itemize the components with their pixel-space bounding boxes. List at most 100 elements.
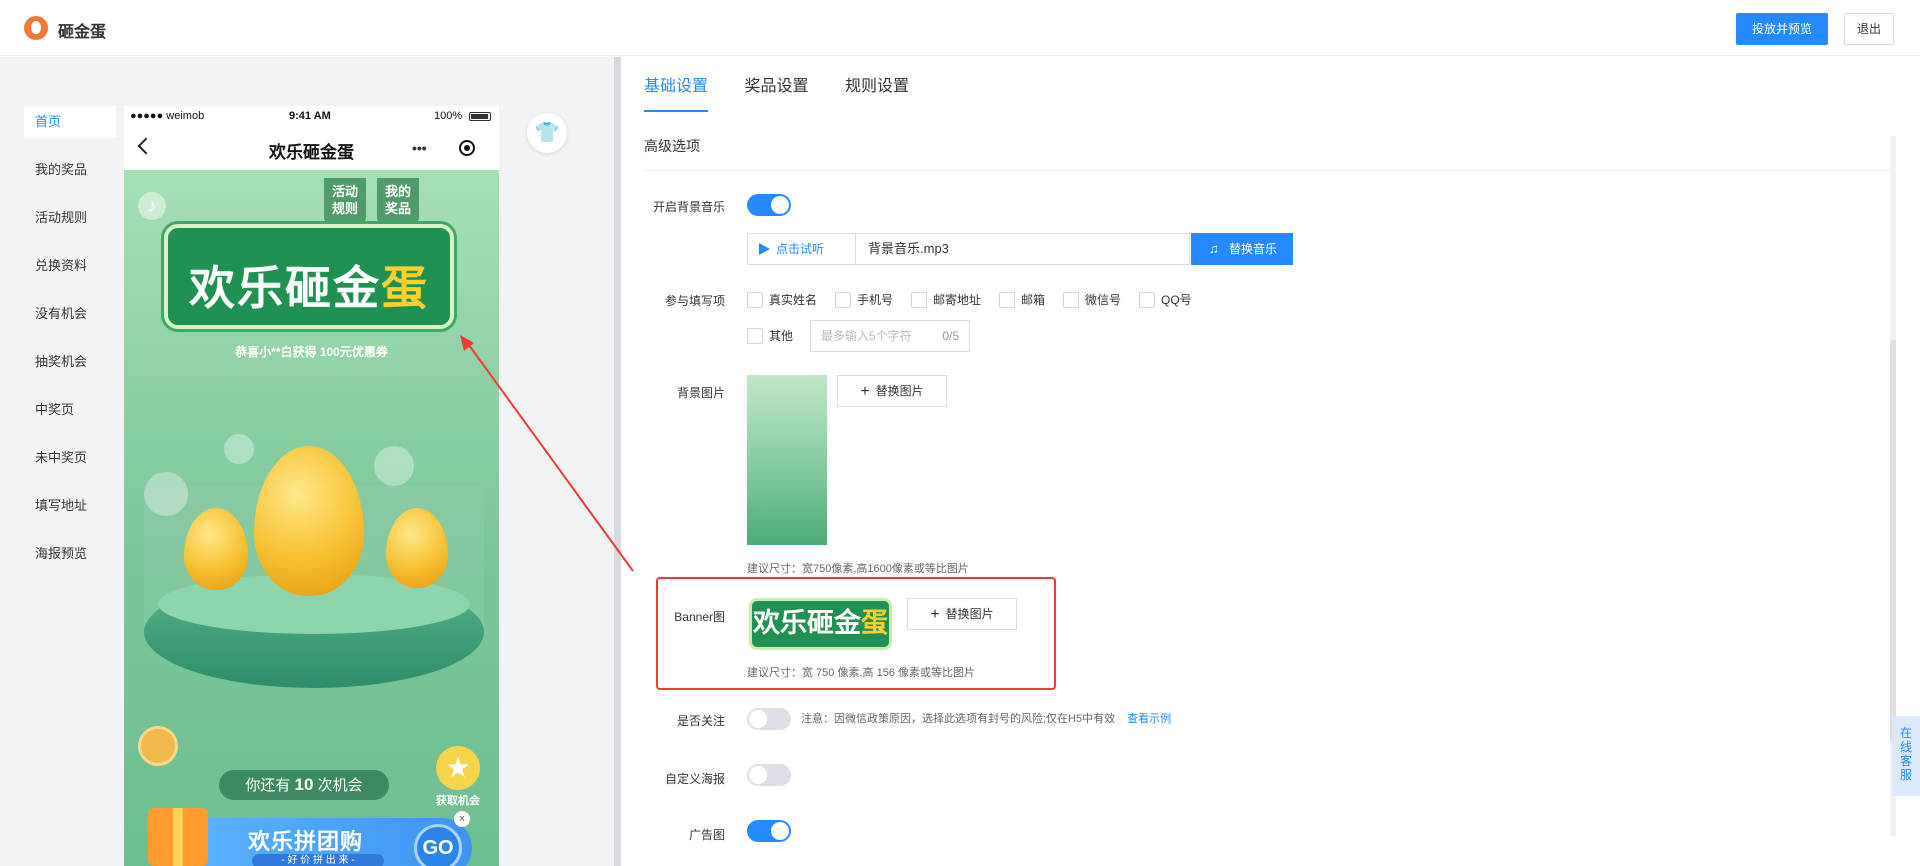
section-divider bbox=[644, 170, 1890, 171]
star-icon: ★ bbox=[436, 746, 480, 790]
checkbox-mail-address[interactable]: 邮寄地址 bbox=[911, 292, 981, 308]
other-field-input[interactable]: 最多输入5个字符 0/5 bbox=[810, 320, 970, 352]
app-title: 砸金蛋 bbox=[58, 24, 107, 41]
ticket-bubble bbox=[374, 446, 414, 486]
menu-item-home[interactable]: 首页 bbox=[24, 106, 116, 138]
go-button[interactable]: GO bbox=[414, 824, 462, 866]
banner-image-label: Banner图 bbox=[674, 610, 725, 624]
view-example-link[interactable]: 查看示例 bbox=[1127, 713, 1171, 725]
replace-banner-image-button[interactable]: + 替换图片 bbox=[907, 598, 1017, 630]
tab-rule-settings[interactable]: 规则设置 bbox=[845, 74, 909, 112]
menu-item-lose-page[interactable]: 未中奖页 bbox=[24, 442, 116, 490]
follow-label: 是否关注 bbox=[676, 714, 725, 728]
scrollbar-thumb[interactable] bbox=[1890, 340, 1896, 740]
title-banner-gold: 蛋 bbox=[381, 262, 429, 314]
title-banner-text: 欢乐砸金蛋 bbox=[168, 252, 450, 318]
battery-icon bbox=[469, 112, 491, 121]
status-bar: ●●●●● weimob 9:41 AM 100% bbox=[124, 106, 499, 126]
tab-basic-settings[interactable]: 基础设置 bbox=[644, 74, 709, 112]
menu-item-draw-chance[interactable]: 抽奖机会 bbox=[24, 346, 116, 394]
banner-image-hint: 建议尺寸：宽 750 像素,高 156 像素或等比图片 bbox=[747, 667, 975, 679]
banner-thumb-main: 欢乐砸金 bbox=[753, 608, 861, 638]
bg-image-label: 背景图片 bbox=[676, 386, 725, 400]
audio-field: 点击试听 背景音乐.mp3 bbox=[747, 233, 1190, 265]
menu-item-address[interactable]: 填写地址 bbox=[24, 490, 116, 538]
phone-nav-bar: 欢乐砸金蛋 ••• bbox=[124, 126, 499, 170]
red-packet-bubble bbox=[144, 472, 188, 516]
status-time: 9:41 AM bbox=[289, 110, 331, 122]
group-buy-banner[interactable]: 欢乐拼团购 - 好 价 拼 出 来 - GO bbox=[148, 808, 472, 866]
coin-stack-icon bbox=[138, 726, 178, 766]
close-target-icon[interactable] bbox=[459, 140, 475, 156]
annotation-arrow bbox=[460, 335, 634, 572]
checkbox-phone[interactable]: 手机号 bbox=[835, 292, 893, 308]
audio-play-button[interactable]: 点击试听 bbox=[748, 234, 856, 264]
group-buy-subtitle: - 好 价 拼 出 来 - bbox=[252, 854, 384, 866]
tab-prize-settings[interactable]: 奖品设置 bbox=[744, 74, 808, 112]
phone-page-title: 欢乐砸金蛋 bbox=[269, 143, 354, 162]
replace-bg-image-label: 替换图片 bbox=[875, 384, 924, 398]
page-menu: 首页 我的奖品 活动规则 兑换资料 没有机会 抽奖机会 中奖页 未中奖页 填写地… bbox=[24, 106, 116, 586]
prizes-corner-label: 我的 奖品 bbox=[384, 184, 411, 216]
audio-file-name: 背景音乐.mp3 bbox=[868, 241, 949, 256]
section-title: 高级选项 bbox=[644, 138, 700, 154]
online-service-button[interactable]: 在 线 客 服 bbox=[1892, 716, 1920, 796]
checkbox-email[interactable]: 邮箱 bbox=[999, 292, 1045, 308]
chances-remaining: 你还有 10 次机会 bbox=[219, 770, 389, 800]
replace-banner-image-label: 替换图片 bbox=[945, 607, 994, 621]
menu-item-no-chance[interactable]: 没有机会 bbox=[24, 298, 116, 346]
checkbox-real-name[interactable]: 真实姓名 bbox=[747, 292, 817, 308]
menu-item-redeem-info[interactable]: 兑换资料 bbox=[24, 250, 116, 298]
more-icon[interactable]: ••• bbox=[412, 140, 427, 156]
music-note-icon[interactable]: ♪ bbox=[138, 192, 166, 220]
music-label: 开启背景音乐 bbox=[652, 200, 725, 214]
replace-music-button[interactable]: 替换音乐 bbox=[1191, 233, 1293, 265]
get-chance-button[interactable]: ★ 获取机会 bbox=[430, 746, 486, 807]
chances-count: 10 bbox=[294, 775, 314, 794]
publish-preview-button[interactable]: 投放并预览 bbox=[1736, 13, 1828, 45]
menu-item-poster-preview[interactable]: 海报预览 bbox=[24, 538, 116, 586]
ad-toggle[interactable] bbox=[747, 820, 791, 842]
rules-corner-label: 活动 规则 bbox=[331, 184, 358, 216]
carrier-text: ●●●●● weimob bbox=[130, 110, 205, 122]
other-field-placeholder: 最多输入5个字符 bbox=[821, 329, 912, 343]
poster-toggle[interactable] bbox=[747, 764, 791, 786]
checkbox-other[interactable]: 其他 bbox=[747, 328, 793, 344]
plus-icon: + bbox=[930, 606, 940, 623]
menu-item-my-prizes[interactable]: 我的奖品 bbox=[24, 154, 116, 202]
group-buy-title: 欢乐拼团购 bbox=[248, 829, 364, 854]
settings-tabs: 基础设置 奖品设置 规则设置 bbox=[644, 74, 941, 112]
banner-image-thumbnail[interactable]: 欢乐砸金蛋 bbox=[749, 598, 892, 650]
theme-shirt-icon[interactable]: 👕 bbox=[527, 113, 567, 153]
follow-notice: 注意：因微信政策原因，选择此选项有封号的风险;仅在H5中有效 查看示例 bbox=[801, 710, 1171, 726]
other-field-count: 0/5 bbox=[942, 329, 959, 343]
menu-item-win-page[interactable]: 中奖页 bbox=[24, 394, 116, 442]
poster-label: 自定义海报 bbox=[664, 772, 725, 786]
fields-label: 参与填写项 bbox=[664, 294, 725, 308]
close-icon[interactable]: × bbox=[454, 811, 470, 827]
gift-box-icon bbox=[148, 808, 208, 866]
bg-image-hint: 建议尺寸：宽750像素,高1600像素或等比图片 bbox=[747, 563, 969, 575]
follow-notice-text: 注意：因微信政策原因，选择此选项有封号的风险;仅在H5中有效 bbox=[801, 713, 1116, 725]
bg-image-thumbnail[interactable] bbox=[747, 375, 827, 545]
title-banner-main: 欢乐砸金 bbox=[189, 262, 381, 314]
follow-toggle[interactable] bbox=[747, 708, 791, 730]
egg-logo-icon bbox=[24, 16, 48, 40]
checkbox-qq[interactable]: QQ号 bbox=[1139, 292, 1192, 308]
chances-suffix: 次机会 bbox=[313, 777, 363, 794]
plus-icon: + bbox=[860, 383, 870, 400]
replace-bg-image-button[interactable]: + 替换图片 bbox=[837, 375, 947, 407]
title-banner: 欢乐砸金蛋 bbox=[164, 224, 454, 329]
prizes-corner-button[interactable]: 我的 奖品 bbox=[377, 178, 419, 222]
top-bar: 砸金蛋 投放并预览 退出 bbox=[0, 0, 1920, 56]
get-chance-label: 获取机会 bbox=[436, 795, 480, 807]
music-toggle[interactable] bbox=[747, 194, 791, 216]
menu-item-rules[interactable]: 活动规则 bbox=[24, 202, 116, 250]
exit-button[interactable]: 退出 bbox=[1844, 13, 1894, 45]
chances-prefix: 你还有 bbox=[245, 777, 295, 794]
winner-marquee: 恭喜小**白获得 100元优惠券 bbox=[235, 345, 388, 359]
phone-preview: ●●●●● weimob 9:41 AM 100% 欢乐砸金蛋 ••• ♪ 活动… bbox=[124, 106, 499, 866]
banner-thumb-gold: 蛋 bbox=[861, 608, 888, 638]
rules-corner-button[interactable]: 活动 规则 bbox=[324, 178, 366, 222]
checkbox-wechat[interactable]: 微信号 bbox=[1063, 292, 1121, 308]
